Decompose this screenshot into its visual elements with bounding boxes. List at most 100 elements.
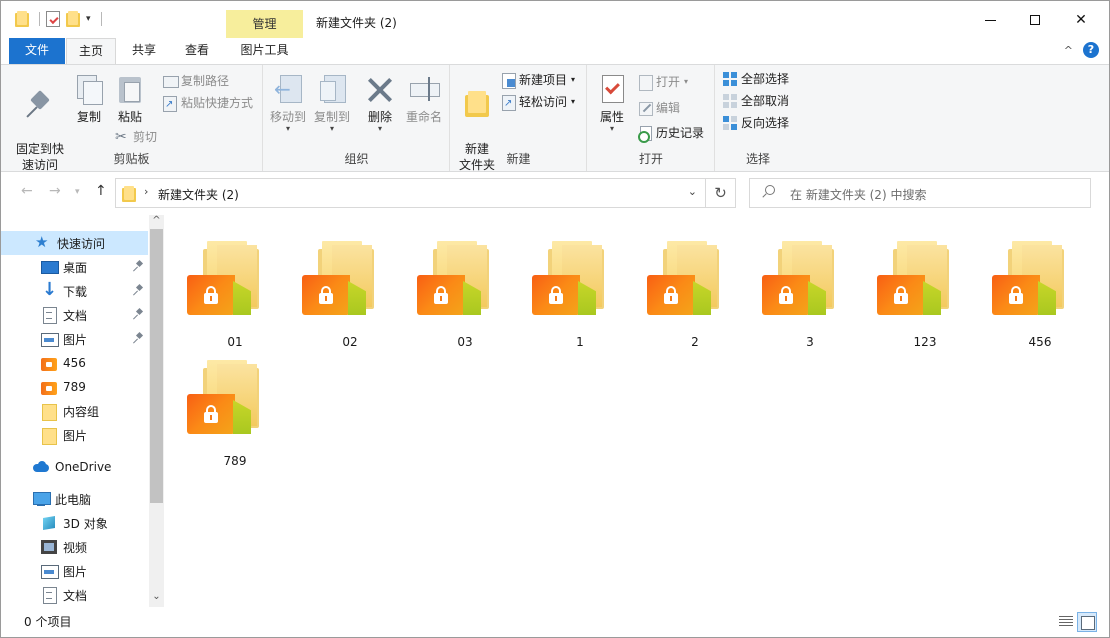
sidebar-item-pictures[interactable]: 图片 <box>1 327 148 351</box>
file-tile-locked-folder[interactable]: 456 <box>970 229 1070 349</box>
paste-shortcut-label: 粘贴快捷方式 <box>181 96 254 110</box>
sidebar-item-label: 文档 <box>63 308 88 323</box>
copy-to-button[interactable]: 复制到 ▾ <box>312 73 352 133</box>
open-button[interactable]: 打开 ▾ <box>638 72 688 92</box>
properties-button[interactable]: 属性 ▾ <box>594 73 630 133</box>
pin-icon <box>24 89 56 121</box>
breadcrumb[interactable]: 新建文件夹 (2) <box>158 186 239 203</box>
computer-icon <box>33 491 51 507</box>
properties-icon[interactable] <box>46 11 60 27</box>
back-arrow-icon[interactable]: ← <box>21 183 33 199</box>
sidebar-item-onedrive[interactable]: OneDrive <box>1 455 148 479</box>
easy-access-label: 轻松访问 <box>519 95 568 109</box>
sidebar-item-this-pc[interactable]: 此电脑 <box>1 487 148 511</box>
history-button[interactable]: 历史记录 <box>638 123 704 143</box>
ribbon: 固定到快 速访问 复制 粘贴 复制路径 粘贴快捷方式 剪切 剪贴 <box>1 64 1109 172</box>
properties-label: 属性 <box>599 110 624 124</box>
collapse-ribbon-chevron-up-icon[interactable]: ^ <box>1064 44 1073 57</box>
recent-locations-chevron-icon[interactable]: ▾ <box>75 187 80 197</box>
rename-button[interactable]: 重命名 <box>402 73 446 125</box>
locked-folder-icon <box>647 235 723 319</box>
chevron-down-icon: ▾ <box>377 124 382 133</box>
sidebar-item-videos[interactable]: 视频 <box>1 535 148 559</box>
rename-icon <box>408 73 440 105</box>
file-tile-locked-folder[interactable]: 1 <box>510 229 610 349</box>
maximize-button[interactable] <box>1012 5 1058 35</box>
sidebar-item-pc-documents[interactable]: 文档 <box>1 583 148 607</box>
paste-shortcut-button[interactable]: 粘贴快捷方式 <box>163 93 254 115</box>
address-dropdown-chevron-icon[interactable]: ⌄ <box>688 185 697 198</box>
edit-icon <box>638 101 653 116</box>
lock-icon <box>203 405 219 423</box>
breadcrumb-chevron-icon[interactable]: › <box>144 185 148 198</box>
sidebar-item-quick-access[interactable]: 快速访问 <box>1 231 148 255</box>
help-icon[interactable]: ? <box>1083 42 1099 58</box>
search-icon <box>762 185 775 197</box>
large-icons-view-icon[interactable] <box>1077 612 1097 632</box>
pin-icon[interactable] <box>134 285 144 295</box>
search-input[interactable]: 在 新建文件夹 (2) 中搜索 <box>749 178 1091 208</box>
sidebar-item-desktop[interactable]: 桌面 <box>1 255 148 279</box>
copy-path-button[interactable]: 复制路径 <box>163 71 229 91</box>
sidebar-item-documents[interactable]: 文档 <box>1 303 148 327</box>
tab-view[interactable]: 查看 <box>171 38 223 64</box>
file-view[interactable]: 01 02 03 1 2 3 123 456 789 <box>165 215 1109 607</box>
tab-home[interactable]: 主页 <box>66 38 116 65</box>
details-view-icon[interactable] <box>1056 612 1076 632</box>
delete-button[interactable]: 删除 ▾ <box>362 73 398 133</box>
sidebar-item-pictures-folder[interactable]: 图片 <box>1 423 148 447</box>
sidebar-item-content-group[interactable]: 内容组 <box>1 399 148 423</box>
move-to-button[interactable]: 移动到 ▾ <box>268 73 308 133</box>
file-tile-locked-folder[interactable]: 2 <box>625 229 725 349</box>
scroll-down-chevron-icon[interactable]: ⌄ <box>149 591 164 602</box>
forward-arrow-icon[interactable]: → <box>49 183 61 199</box>
invert-selection-button[interactable]: 反向选择 <box>723 113 789 133</box>
cut-button[interactable]: 剪切 <box>115 127 157 147</box>
tab-share[interactable]: 共享 <box>119 38 169 64</box>
close-button[interactable]: ✕ <box>1058 5 1104 35</box>
refresh-icon: ↻ <box>714 184 727 202</box>
scrollbar-thumb[interactable] <box>150 229 163 503</box>
sidebar-item-pc-pictures[interactable]: 图片 <box>1 559 148 583</box>
easy-access-button[interactable]: 轻松访问 ▾ <box>501 92 575 114</box>
sidebar-item-downloads[interactable]: 下载 <box>1 279 148 303</box>
refresh-button[interactable]: ↻ <box>706 178 736 208</box>
sidebar-item-3d-objects[interactable]: 3D 对象 <box>1 511 148 535</box>
paste-button[interactable]: 粘贴 <box>111 73 149 125</box>
tab-picture-tools[interactable]: 图片工具 <box>226 38 303 64</box>
new-item-button[interactable]: 新建项目 ▾ <box>501 70 575 90</box>
up-arrow-icon[interactable]: ↑ <box>95 183 107 199</box>
file-tile-locked-folder[interactable]: 03 <box>395 229 495 349</box>
window-title: 新建文件夹 (2) <box>316 16 397 30</box>
pin-icon[interactable] <box>134 309 144 319</box>
select-none-button[interactable]: 全部取消 <box>723 91 789 111</box>
edit-button[interactable]: 编辑 <box>638 98 680 118</box>
file-tile-locked-folder[interactable]: 3 <box>740 229 840 349</box>
scroll-up-chevron-icon[interactable]: ^ <box>149 215 164 226</box>
copy-to-label: 复制到 <box>313 110 350 124</box>
navigation-scrollbar[interactable]: ^ ⌄ <box>149 215 164 607</box>
sidebar-item-label: 789 <box>63 380 86 394</box>
folder-icon[interactable] <box>15 11 29 27</box>
sidebar-item-789[interactable]: 789 <box>1 375 148 399</box>
manage-context-tab[interactable]: 管理 <box>226 10 303 38</box>
sidebar-item-label: 快速访问 <box>57 236 106 251</box>
pin-icon[interactable] <box>134 261 144 271</box>
file-tile-locked-folder[interactable]: 789 <box>165 348 265 468</box>
pin-icon[interactable] <box>134 333 144 343</box>
tab-file[interactable]: 文件 <box>9 38 65 64</box>
minimize-button[interactable] <box>967 5 1013 35</box>
videos-icon <box>41 539 57 555</box>
file-tile-locked-folder[interactable]: 123 <box>855 229 955 349</box>
file-tile-locked-folder[interactable]: 02 <box>280 229 380 349</box>
paste-shortcut-icon <box>163 95 177 115</box>
copy-button[interactable]: 复制 <box>71 73 107 125</box>
file-tile-locked-folder[interactable]: 01 <box>165 229 265 349</box>
locked-folder-icon <box>417 235 493 319</box>
ribbon-controls: ^ ? <box>1064 42 1099 58</box>
new-folder-icon[interactable] <box>66 11 80 27</box>
select-all-button[interactable]: 全部选择 <box>723 69 789 89</box>
address-bar[interactable]: › 新建文件夹 (2) ⌄ <box>115 178 706 208</box>
customize-toolbar-chevron-icon[interactable]: ▾ <box>86 14 91 24</box>
sidebar-item-456[interactable]: 456 <box>1 351 148 375</box>
